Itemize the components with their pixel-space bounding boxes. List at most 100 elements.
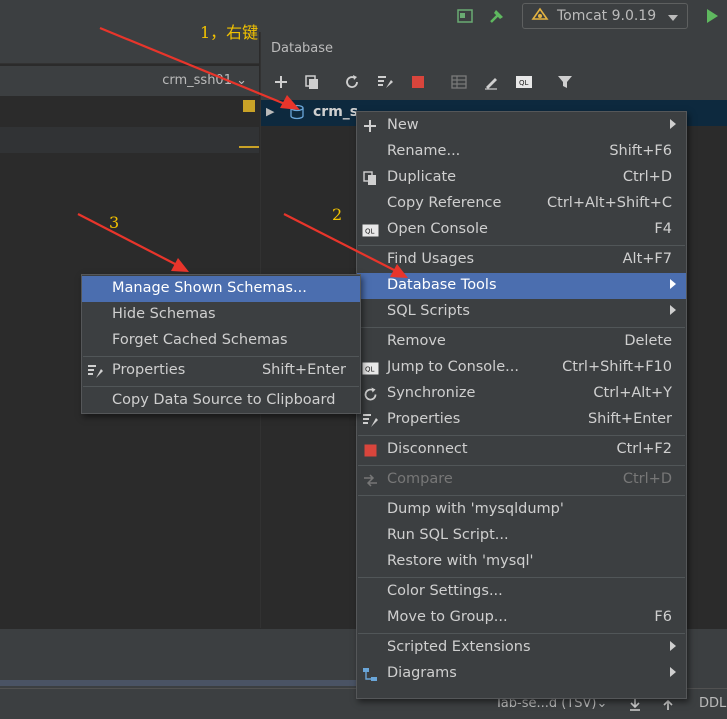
database-panel-title: Database	[271, 41, 334, 56]
ddl-button[interactable]: DDL	[699, 696, 726, 711]
filter-icon[interactable]	[555, 72, 575, 92]
menu-item-copy-reference[interactable]: Copy Reference Ctrl+Alt+Shift+C	[357, 191, 686, 217]
table-icon[interactable]	[449, 72, 469, 92]
annotation-step3: 3	[109, 213, 120, 232]
svg-text:QL: QL	[365, 227, 375, 235]
menu-item-diagrams[interactable]: Diagrams	[357, 661, 686, 687]
properties-icon	[361, 411, 379, 429]
menu-item-restore-with-mysql[interactable]: Restore with 'mysql'	[357, 549, 686, 575]
menu-item-label: Properties	[112, 362, 186, 378]
run-config-label: Tomcat 9.0.19	[557, 8, 657, 24]
menu-item-shortcut: Alt+F7	[622, 251, 672, 267]
console-icon[interactable]: QL	[514, 72, 534, 92]
stop-icon	[361, 441, 379, 459]
run-config-dropdown[interactable]: Tomcat 9.0.19	[522, 3, 688, 29]
menu-item-label: Properties	[387, 411, 461, 427]
add-icon[interactable]	[271, 72, 291, 92]
menu-item-label: Scripted Extensions	[387, 639, 531, 655]
menu-item-shortcut: Shift+Enter	[261, 362, 346, 378]
submenu-arrow-icon	[669, 304, 677, 319]
refresh-icon[interactable]	[342, 72, 362, 92]
menu-item-label: Disconnect	[387, 441, 468, 457]
menu-item-jump-to-console[interactable]: QL Jump to Console... Ctrl+Shift+F10	[357, 355, 686, 381]
upload-icon[interactable]	[660, 696, 676, 716]
menu-item-scripted-extensions[interactable]: Scripted Extensions	[357, 635, 686, 661]
annotation-step2: 2	[332, 205, 343, 224]
submenu-arrow-icon	[669, 640, 677, 655]
menu-item-hide-schemas[interactable]: Hide Schemas	[82, 302, 360, 328]
menu-item-compare: Compare Ctrl+D	[357, 467, 686, 493]
copy-icon[interactable]	[302, 72, 322, 92]
properties-icon[interactable]	[375, 72, 395, 92]
edit-icon[interactable]	[481, 72, 501, 92]
menu-item-label: Diagrams	[387, 665, 457, 681]
hammer-icon[interactable]	[487, 6, 507, 26]
menu-item-shortcut: Ctrl+D	[622, 471, 672, 487]
menu-item-sql-scripts[interactable]: SQL Scripts	[357, 299, 686, 325]
menu-item-move-to-group[interactable]: Move to Group... F6	[357, 605, 686, 631]
menu-separator	[358, 435, 685, 436]
menu-item-shortcut: Shift+F6	[609, 143, 672, 159]
menu-separator	[358, 245, 685, 246]
menu-item-synchronize[interactable]: Synchronize Ctrl+Alt+Y	[357, 381, 686, 407]
stop-icon[interactable]	[408, 72, 428, 92]
menu-separator	[358, 495, 685, 496]
menu-item-dump-with-mysqldump[interactable]: Dump with 'mysqldump'	[357, 497, 686, 523]
submenu-arrow-icon	[669, 118, 677, 133]
menu-item-shortcut: Ctrl+F2	[616, 441, 672, 457]
menu-item-manage-shown-schemas[interactable]: Manage Shown Schemas...	[82, 276, 360, 302]
menu-item-label: SQL Scripts	[387, 303, 470, 319]
warning-marker-icon[interactable]	[243, 100, 255, 112]
menu-item-label: Find Usages	[387, 251, 475, 267]
menu-item-new[interactable]: New	[357, 113, 686, 139]
duplicate-icon	[361, 169, 379, 187]
submenu-arrow-icon	[669, 278, 677, 293]
svg-text:QL: QL	[365, 365, 375, 373]
menu-item-disconnect[interactable]: Disconnect Ctrl+F2	[357, 437, 686, 463]
menu-item-duplicate[interactable]: Duplicate Ctrl+D	[357, 165, 686, 191]
menu-item-label: Duplicate	[387, 169, 457, 185]
menu-item-label: Synchronize	[387, 385, 476, 401]
menu-item-label: New	[387, 117, 419, 133]
console-icon: QL	[361, 221, 379, 239]
menu-item-label: Rename...	[387, 143, 461, 159]
menu-separator	[358, 577, 685, 578]
expand-arrow-icon[interactable]: ▶	[266, 105, 274, 118]
menu-item-label: Restore with 'mysql'	[387, 553, 534, 569]
tomcat-icon	[531, 6, 553, 26]
menu-item-forget-cached-schemas[interactable]: Forget Cached Schemas	[82, 328, 360, 354]
menu-item-label: Run SQL Script...	[387, 527, 509, 543]
console-icon: QL	[361, 359, 379, 377]
menu-separator	[358, 327, 685, 328]
menu-item-shortcut: Ctrl+Alt+Y	[593, 385, 672, 401]
menu-item-run-sql-script[interactable]: Run SQL Script...	[357, 523, 686, 549]
menu-item-shortcut: F4	[654, 221, 672, 237]
menu-item-label: Manage Shown Schemas...	[112, 280, 307, 296]
menu-item-shortcut: Ctrl+Shift+F10	[562, 359, 672, 375]
menu-item-database-tools[interactable]: Database Tools	[357, 273, 686, 299]
menu-item-copy-data-source-to-clipboard[interactable]: Copy Data Source to Clipboard	[82, 388, 360, 414]
menu-item-shortcut: Ctrl+Alt+Shift+C	[547, 195, 672, 211]
menu-item-properties[interactable]: Properties Shift+Enter	[357, 407, 686, 433]
editor-breadcrumb-bar	[0, 127, 259, 153]
menu-item-shortcut: Ctrl+D	[622, 169, 672, 185]
compare-icon	[361, 471, 379, 489]
menu-item-label: Hide Schemas	[112, 306, 216, 322]
editor-tab-crm-ssh01[interactable]: crm_ssh01 ⌄	[162, 73, 247, 88]
panel-icon[interactable]	[455, 6, 475, 26]
menu-separator	[83, 356, 359, 357]
menu-item-shortcut: F6	[654, 609, 672, 625]
scroll-marker	[239, 146, 259, 148]
menu-item-properties[interactable]: Properties Shift+Enter	[82, 358, 360, 384]
download-icon[interactable]	[627, 696, 643, 716]
database-tools-submenu: Manage Shown Schemas... Hide Schemas Forge…	[81, 274, 361, 414]
menu-item-rename[interactable]: Rename... Shift+F6	[357, 139, 686, 165]
menu-item-remove[interactable]: Remove Delete	[357, 329, 686, 355]
menu-item-color-settings[interactable]: Color Settings...	[357, 579, 686, 605]
datasource-icon	[289, 104, 305, 124]
menu-separator	[358, 465, 685, 466]
menu-item-open-console[interactable]: QL Open Console F4	[357, 217, 686, 243]
sync-icon	[361, 385, 379, 403]
menu-item-find-usages[interactable]: Find Usages Alt+F7	[357, 247, 686, 273]
run-icon[interactable]	[702, 6, 722, 26]
